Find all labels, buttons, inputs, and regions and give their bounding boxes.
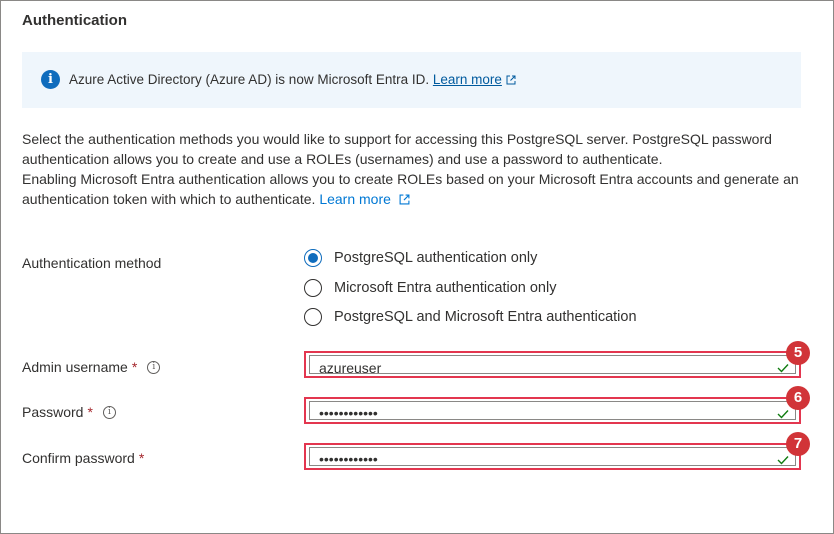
valid-check-icon (777, 456, 789, 465)
password-field[interactable]: •••••••••••• (304, 397, 801, 424)
confirm-password-input-box[interactable]: •••••••••••• (309, 447, 796, 467)
valid-check-icon (777, 364, 789, 373)
radio-button[interactable] (304, 308, 322, 326)
description-line-2-text: Enabling Microsoft Entra authentication … (22, 171, 799, 207)
radio-label: Microsoft Entra authentication only (334, 280, 557, 296)
step-badge-6: 6 (786, 386, 810, 410)
step-badge-7: 7 (786, 432, 810, 456)
radio-label: PostgreSQL and Microsoft Entra authentic… (334, 309, 637, 325)
radio-postgresql-and-entra[interactable]: PostgreSQL and Microsoft Entra authentic… (304, 308, 637, 326)
password-input-box[interactable]: •••••••••••• (309, 401, 796, 421)
confirm-password-value: •••••••••••• (319, 451, 378, 467)
info-tooltip-icon[interactable]: i (102, 405, 116, 419)
required-marker: * (87, 404, 93, 420)
admin-username-field[interactable]: azureuser (304, 351, 801, 378)
info-banner: i Azure Active Directory (Azure AD) is n… (22, 52, 801, 108)
external-link-icon (506, 75, 516, 85)
section-title: Authentication (22, 12, 127, 29)
radio-postgresql-only[interactable]: PostgreSQL authentication only (304, 249, 537, 267)
admin-username-label-text: Admin username (22, 359, 128, 375)
radio-label: PostgreSQL authentication only (334, 250, 538, 266)
password-label: Password * i (22, 404, 116, 420)
required-marker: * (131, 359, 138, 375)
admin-username-value: azureuser (319, 360, 382, 376)
admin-username-label: Admin username * i (22, 359, 161, 375)
description-learn-more-link[interactable]: Learn more (319, 191, 391, 207)
confirm-password-label: Confirm password * (22, 450, 144, 466)
radio-entra-only[interactable]: Microsoft Entra authentication only (304, 279, 556, 297)
confirm-password-field[interactable]: •••••••••••• (304, 443, 801, 470)
password-label-text: Password (22, 404, 84, 420)
required-marker: * (138, 450, 145, 466)
info-icon: i (41, 70, 60, 89)
radio-button[interactable] (304, 279, 322, 297)
valid-check-icon (777, 410, 789, 419)
confirm-password-label-text: Confirm password (22, 450, 135, 466)
info-banner-message: Azure Active Directory (Azure AD) is now… (69, 72, 430, 87)
info-banner-text: Azure Active Directory (Azure AD) is now… (69, 72, 516, 87)
auth-method-label-text: Authentication method (22, 255, 162, 271)
radio-button-selected[interactable] (304, 249, 322, 267)
info-learn-more-link[interactable]: Learn more (433, 72, 502, 87)
auth-description: Select the authentication methods you wo… (22, 129, 812, 209)
external-link-icon (399, 194, 410, 205)
password-value: •••••••••••• (319, 405, 378, 421)
description-line-1: Select the authentication methods you wo… (22, 131, 772, 167)
description-line-2: Enabling Microsoft Entra authentication … (22, 169, 812, 209)
step-badge-5: 5 (786, 341, 810, 365)
admin-username-input-box[interactable]: azureuser (309, 355, 796, 376)
info-tooltip-icon[interactable]: i (147, 360, 161, 374)
auth-method-label: Authentication method (22, 255, 161, 271)
